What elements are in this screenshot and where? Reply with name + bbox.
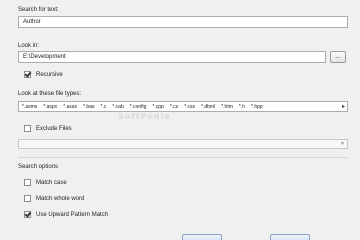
search-text-label: Search for text: bbox=[18, 7, 59, 13]
file-types-list[interactable]: *.asmx *.aspx *.asax *.bas *.c *.cab *.c… bbox=[18, 101, 348, 112]
match-case-row[interactable]: Match case bbox=[24, 178, 67, 187]
file-type-item: *.css bbox=[184, 103, 196, 110]
file-type-item: *.config bbox=[129, 103, 147, 110]
upward-pattern-checkbox[interactable] bbox=[24, 211, 31, 218]
file-type-item: *.c bbox=[100, 103, 107, 110]
exclude-checkbox[interactable] bbox=[24, 125, 31, 132]
file-type-item: *.cab bbox=[112, 103, 124, 110]
look-in-input[interactable]: E:\Development bbox=[18, 51, 326, 63]
recursive-label: Recursive bbox=[36, 71, 63, 78]
match-case-checkbox[interactable] bbox=[24, 179, 31, 186]
file-type-item: *.cs bbox=[169, 103, 179, 110]
file-types-label: Look at these file types: bbox=[18, 91, 82, 97]
match-whole-word-checkbox[interactable] bbox=[24, 195, 31, 202]
file-type-item: *.asax bbox=[63, 103, 78, 110]
file-type-item: *.asmx bbox=[22, 103, 38, 110]
exclude-files-combo[interactable]: ▼ bbox=[18, 139, 348, 149]
file-type-item: *.aspx bbox=[43, 103, 58, 110]
cancel-button[interactable] bbox=[270, 234, 310, 240]
upward-pattern-row[interactable]: Use Upward Pattern Match bbox=[24, 210, 108, 219]
ok-button[interactable] bbox=[182, 234, 222, 240]
match-whole-word-label: Match whole word bbox=[36, 195, 85, 202]
match-whole-word-row[interactable]: Match whole word bbox=[24, 194, 84, 203]
file-type-item: *.h bbox=[238, 103, 246, 110]
watermark: SoftPedia bbox=[118, 112, 171, 121]
recursive-checkbox[interactable] bbox=[24, 71, 31, 78]
browse-button[interactable]: ... bbox=[330, 51, 346, 63]
file-type-item: *.hpp bbox=[251, 103, 263, 110]
file-type-item: *.dbml bbox=[201, 103, 216, 110]
scroll-right-icon[interactable]: ▸ bbox=[342, 103, 345, 110]
divider bbox=[18, 157, 348, 158]
search-options-label: Search options bbox=[18, 164, 59, 170]
chevron-down-icon[interactable]: ▼ bbox=[340, 141, 345, 147]
recursive-checkbox-row[interactable]: Recursive bbox=[24, 70, 63, 79]
exclude-checkbox-row[interactable]: Exclude Files bbox=[24, 124, 72, 133]
exclude-label: Exclude Files bbox=[36, 125, 72, 132]
search-text-input[interactable]: Author bbox=[18, 16, 348, 28]
upward-pattern-label: Use Upward Pattern Match bbox=[36, 211, 109, 218]
file-type-item: *.htm bbox=[221, 103, 233, 110]
match-case-label: Match case bbox=[36, 179, 67, 186]
file-type-item: *.cpp bbox=[152, 103, 164, 110]
file-type-item: *.bas bbox=[83, 103, 95, 110]
look-in-label: Look in: bbox=[18, 43, 40, 49]
